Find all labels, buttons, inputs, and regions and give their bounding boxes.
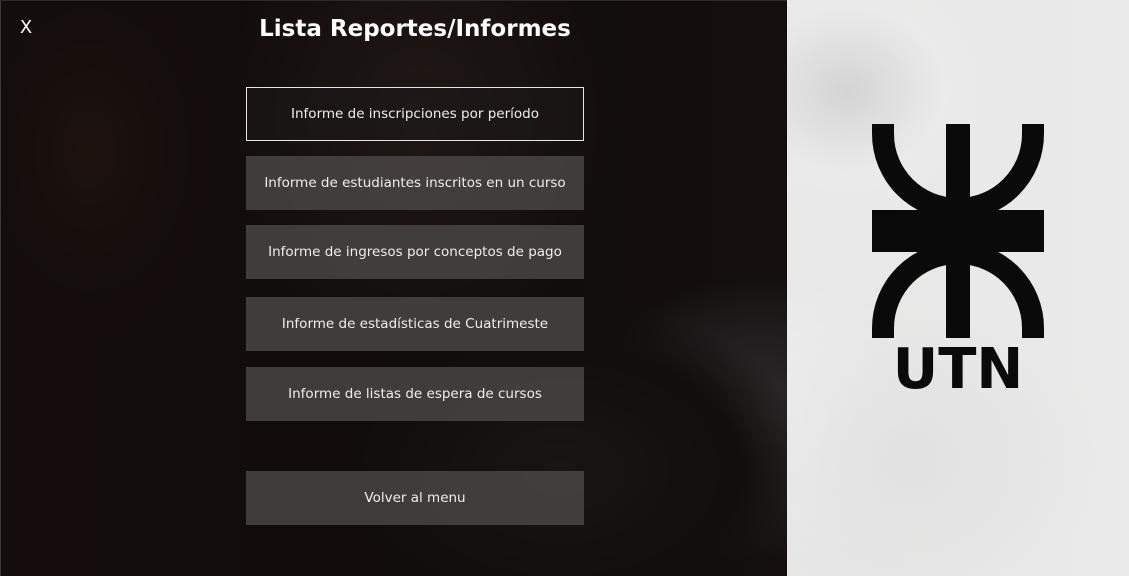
report-waitlists-button[interactable]: Informe de listas de espera de cursos [246,367,584,421]
button-label: Volver al menu [364,490,466,506]
back-to-menu-button[interactable]: Volver al menu [246,471,584,525]
close-button[interactable]: X [14,16,38,40]
utn-logo-icon: UTN [872,124,1044,394]
button-label: Informe de listas de espera de cursos [288,386,542,402]
button-label: Informe de estudiantes inscritos en un c… [264,175,566,191]
button-label: Informe de ingresos por conceptos de pag… [268,244,562,260]
page-title: Lista Reportes/Informes [259,16,571,42]
report-income-by-payment-button[interactable]: Informe de ingresos por conceptos de pag… [246,225,584,279]
report-inscriptions-by-period-button[interactable]: Informe de inscripciones por período [246,87,584,141]
logo-text: UTN [893,337,1024,394]
button-label: Informe de estadísticas de Cuatrimeste [281,316,549,332]
report-semester-statistics-button[interactable]: Informe de estadísticas de Cuatrimeste [246,297,584,351]
report-students-in-course-button[interactable]: Informe de estudiantes inscritos en un c… [246,156,584,210]
button-label: Informe de inscripciones por período [291,106,539,122]
